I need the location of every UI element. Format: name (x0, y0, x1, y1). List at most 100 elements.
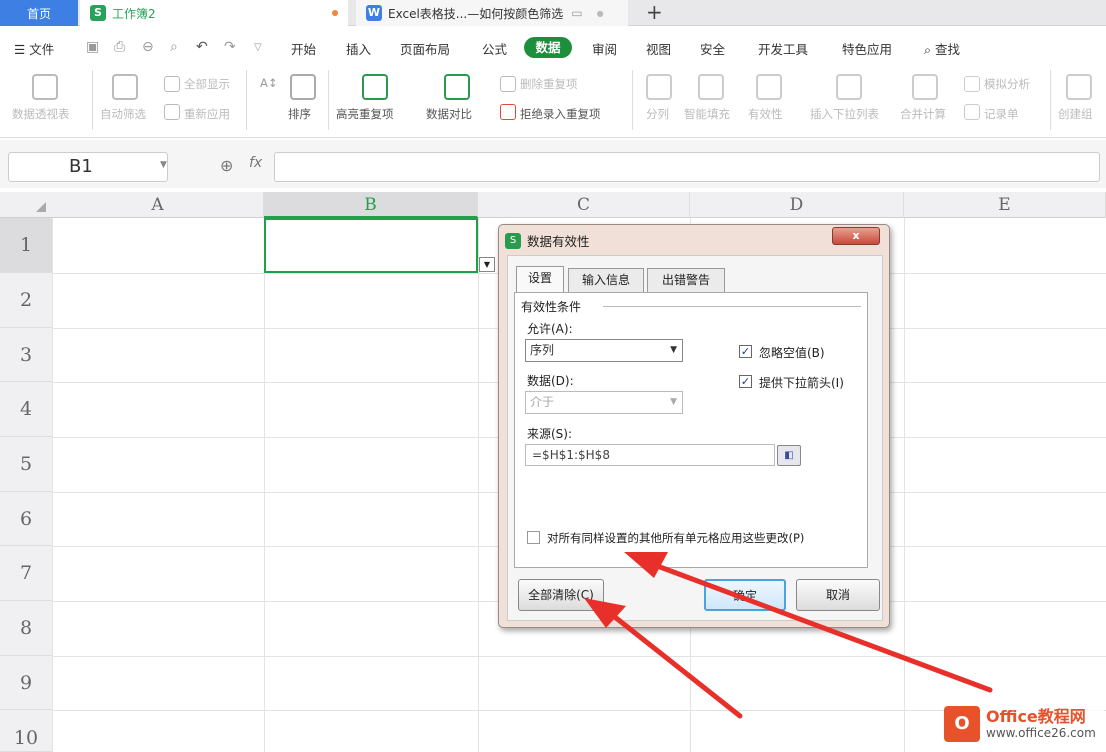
ribbon-divider (1050, 70, 1051, 130)
column-header-e[interactable]: E (904, 192, 1106, 218)
close-tab-icon[interactable]: ● (597, 9, 604, 18)
comment-icon[interactable]: ▭ (571, 6, 582, 20)
sort-ascending-icon[interactable]: A↕ (260, 76, 278, 90)
menu-security[interactable]: 安全 (700, 39, 725, 58)
ignore-blank-checkbox[interactable]: ✓ (739, 345, 752, 358)
row-header-1[interactable]: 1 (0, 218, 52, 273)
highlight-duplicates-button[interactable]: 高亮重复项 (336, 106, 394, 122)
record-icon (964, 104, 980, 120)
simulation-button[interactable]: 模拟分析 (984, 76, 1030, 92)
zoom-icon[interactable]: ⊕ (220, 156, 233, 175)
menu-formulas[interactable]: 公式 (482, 39, 507, 58)
split-columns-button[interactable]: 分列 (646, 106, 669, 122)
apply-all-checkbox[interactable] (527, 531, 540, 544)
row-header-8[interactable]: 8 (0, 601, 52, 656)
column-header-a[interactable]: A (52, 192, 264, 218)
tab-workbook-label: 工作簿2 (112, 6, 156, 21)
range-picker-icon[interactable]: ◧ (777, 445, 801, 466)
source-input[interactable]: =$H$1:$H$8 (525, 444, 775, 466)
name-box[interactable]: B1 (8, 152, 168, 182)
formula-input[interactable] (274, 152, 1100, 182)
function-icon[interactable]: fx (249, 155, 262, 171)
redo-icon[interactable]: ↷ (224, 39, 236, 55)
tab-input-message[interactable]: 输入信息 (568, 268, 644, 292)
menu-review[interactable]: 审阅 (592, 39, 617, 58)
menu-view[interactable]: 视图 (646, 39, 671, 58)
close-button[interactable]: x (832, 227, 880, 245)
file-menu[interactable]: ☰ 文件 (14, 39, 54, 58)
preview-icon[interactable]: ⌕ (170, 39, 178, 55)
save-icon[interactable]: ▣ (86, 39, 99, 55)
menu-data[interactable]: 数据 (524, 37, 572, 58)
dialog-body: 设置 输入信息 出错警告 有效性条件 允许(A): 序列 ▼ ✓ 忽略空值(B) … (507, 255, 883, 621)
tab-error-alert[interactable]: 出错警告 (647, 268, 725, 292)
row-header-2[interactable]: 2 (0, 273, 52, 328)
autofilter-button[interactable]: 自动筛选 (100, 106, 146, 122)
tab-settings[interactable]: 设置 (516, 266, 564, 292)
allow-value: 序列 (530, 343, 555, 357)
hamburger-icon: ☰ (14, 42, 30, 57)
chevron-down-icon: ▼ (670, 345, 677, 355)
data-validation-dialog: S 数据有效性 x 设置 输入信息 出错警告 有效性条件 允许(A): 序列 ▼ … (498, 224, 890, 628)
row-header-3[interactable]: 3 (0, 328, 52, 382)
unsaved-dot-icon (332, 10, 338, 16)
customize-icon[interactable]: ▽ (254, 42, 262, 53)
pivot-table-button[interactable]: 数据透视表 (12, 106, 70, 122)
column-header-d[interactable]: D (690, 192, 904, 218)
show-all-button[interactable]: 全部显示 (184, 76, 230, 92)
row-header-9[interactable]: 9 (0, 656, 52, 710)
allow-select[interactable]: 序列 ▼ (525, 339, 683, 362)
ribbon-divider (92, 70, 93, 130)
sort-button[interactable]: 排序 (288, 106, 311, 122)
row-header-4[interactable]: 4 (0, 382, 52, 437)
dropdown-arrow-checkbox[interactable]: ✓ (739, 375, 752, 388)
ok-button[interactable]: 确定 (704, 579, 786, 611)
menu-special[interactable]: 特色应用 (842, 39, 892, 58)
smart-fill-button[interactable]: 智能填充 (684, 106, 730, 122)
select-all-corner[interactable] (0, 192, 52, 218)
search-menu[interactable]: ⌕ 查找 (924, 39, 960, 58)
clear-all-button[interactable]: 全部清除(C) (518, 579, 604, 611)
chevron-down-icon[interactable]: ▼ (160, 160, 167, 170)
compare-icon (444, 74, 470, 100)
highlight-duplicates-icon (362, 74, 388, 100)
print-icon[interactable]: ⊖ (142, 39, 154, 55)
menu-insert[interactable]: 插入 (346, 39, 371, 58)
row-header-7[interactable]: 7 (0, 546, 52, 601)
create-group-button[interactable]: 创建组 (1058, 106, 1093, 122)
menu-page-layout[interactable]: 页面布局 (400, 39, 450, 58)
filter-icon (112, 74, 138, 100)
reject-duplicates-button[interactable]: 拒绝录入重复项 (520, 106, 601, 122)
tab-workbook[interactable]: S 工作簿2 (80, 0, 348, 26)
row-header-10[interactable]: 10 (0, 710, 52, 752)
column-header-c[interactable]: C (478, 192, 690, 218)
compare-button[interactable]: 数据对比 (426, 106, 472, 122)
select-all-icon (36, 202, 46, 212)
menu-developer[interactable]: 开发工具 (758, 39, 808, 58)
spreadsheet-app: 首页 S 工作簿2 W Excel表格技...—如何按颜色筛选 ▭ ● + ☰ … (0, 0, 1106, 752)
ribbon-divider (632, 70, 633, 130)
watermark-url: www.office26.com (986, 726, 1096, 740)
delete-duplicates-button[interactable]: 删除重复项 (520, 76, 578, 92)
new-tab-button[interactable]: + (646, 0, 663, 26)
row-header-6[interactable]: 6 (0, 492, 52, 546)
record-button[interactable]: 记录单 (984, 106, 1019, 122)
formula-bar: B1 ▼ ⊕ fx (0, 140, 1106, 188)
dialog-title-bar: S 数据有效性 (505, 231, 590, 250)
row-header-5[interactable]: 5 (0, 437, 52, 492)
column-header-b[interactable]: B (264, 192, 478, 218)
selected-cell-b1[interactable] (264, 218, 478, 273)
print-preview-icon[interactable]: ⎙ (114, 39, 125, 55)
consolidate-button[interactable]: 合并计算 (900, 106, 946, 122)
tab-document[interactable]: W Excel表格技...—如何按颜色筛选 ▭ ● (356, 0, 628, 26)
tab-home-label: 首页 (26, 6, 51, 21)
validity-button[interactable]: 有效性 (748, 106, 783, 122)
cancel-button[interactable]: 取消 (796, 579, 880, 611)
undo-icon[interactable]: ↶ (196, 39, 208, 55)
menu-home[interactable]: 开始 (291, 39, 316, 58)
cell-dropdown-button[interactable]: ▼ (479, 257, 495, 272)
reapply-button[interactable]: 重新应用 (184, 106, 230, 122)
source-label: 来源(S): (527, 427, 573, 441)
tab-home[interactable]: 首页 (0, 0, 78, 26)
insert-dropdown-button[interactable]: 插入下拉列表 (810, 106, 879, 122)
